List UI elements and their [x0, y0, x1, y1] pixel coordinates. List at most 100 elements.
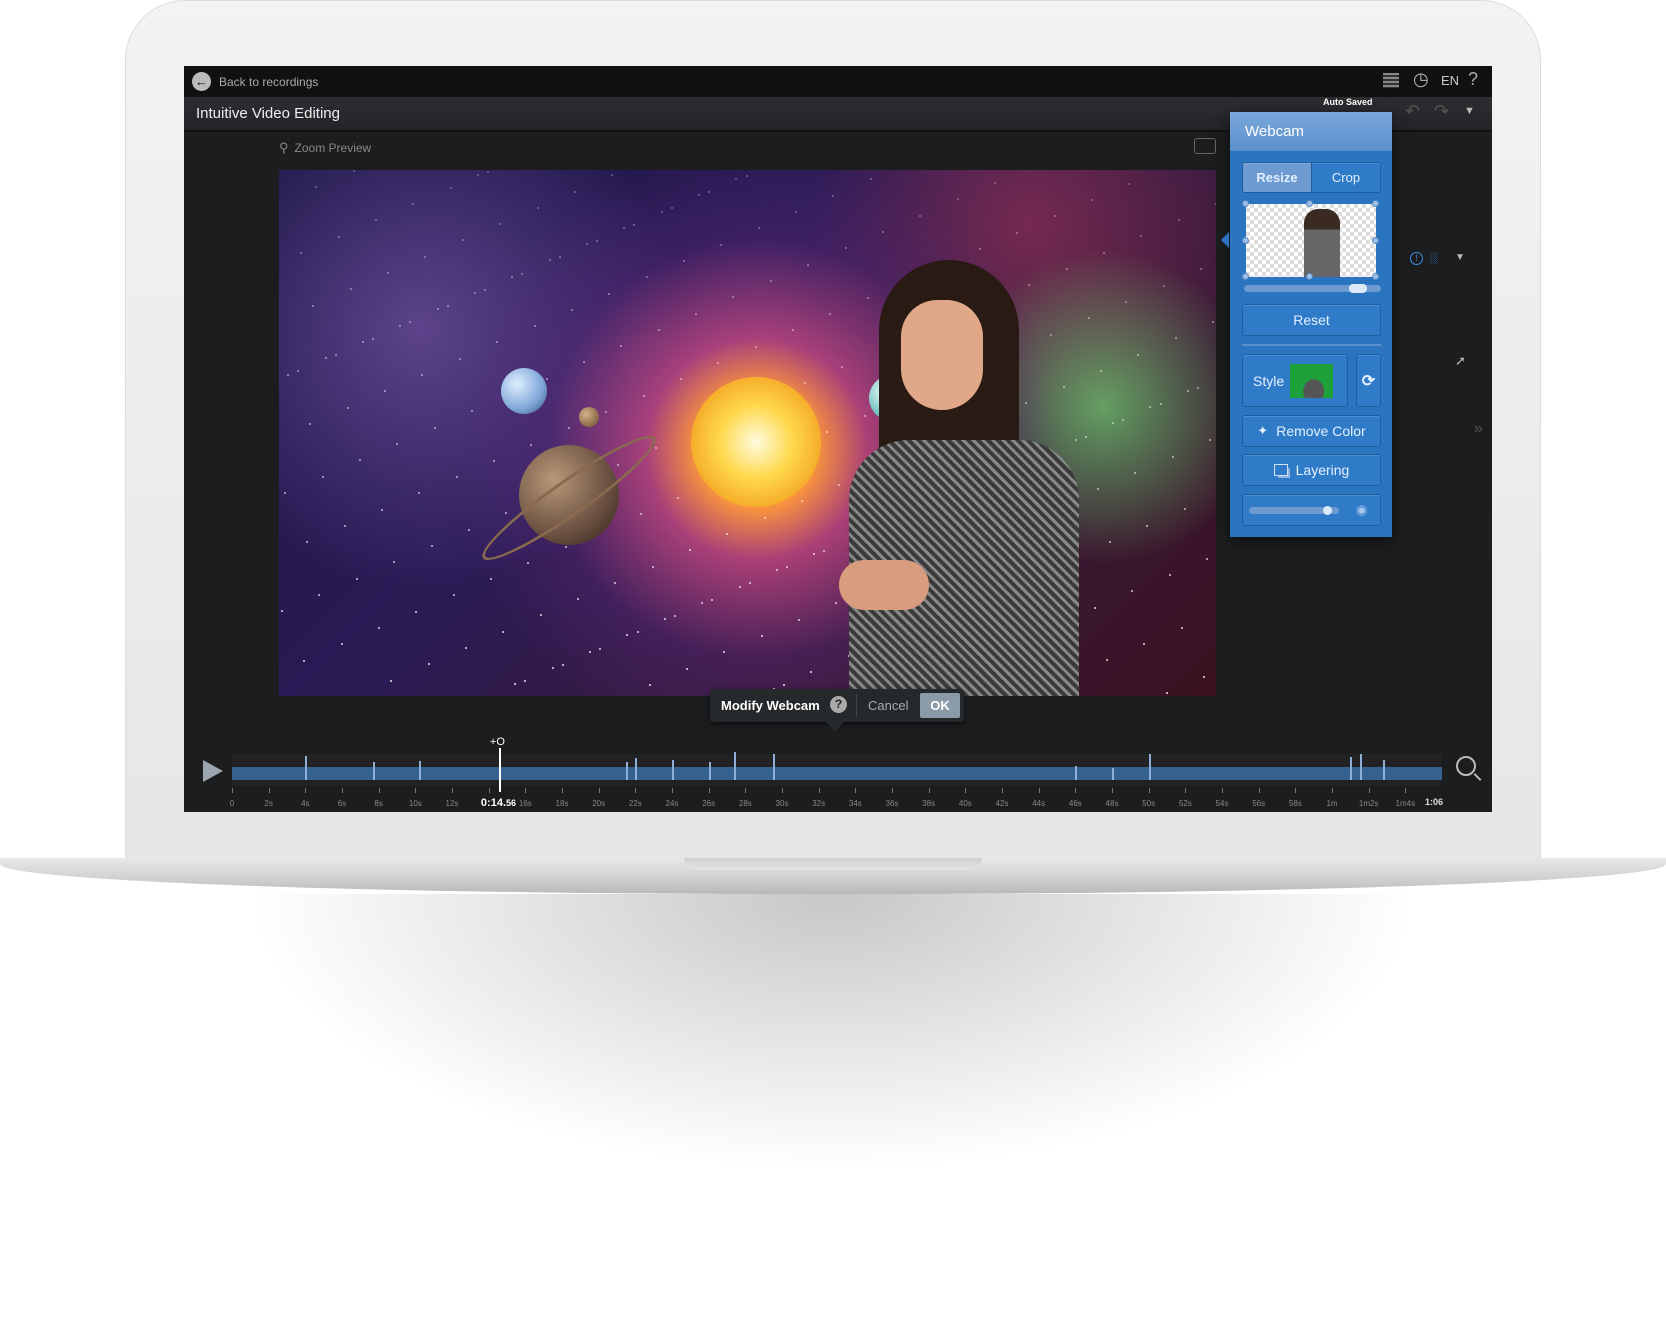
- star: [358, 459, 361, 462]
- star: [573, 190, 576, 193]
- resize-handle[interactable]: [1372, 200, 1379, 207]
- timeline-tick-mark: [562, 788, 563, 793]
- style-button[interactable]: Style: [1242, 354, 1348, 407]
- reset-button[interactable]: Reset: [1242, 304, 1381, 336]
- timeline-tick-mark: [635, 788, 637, 793]
- star: [436, 308, 439, 311]
- webcam-thumbnail[interactable]: [1246, 204, 1376, 277]
- tasks-icon[interactable]: [1383, 73, 1399, 88]
- timeline-tick-label: 4s: [301, 799, 310, 808]
- timeline-track[interactable]: [232, 752, 1442, 786]
- timeline-tick-mark: [415, 788, 417, 793]
- visibility-icon[interactable]: ◉: [1356, 502, 1367, 518]
- star: [514, 683, 517, 686]
- layering-button[interactable]: Layering: [1242, 454, 1381, 486]
- size-slider[interactable]: [1244, 284, 1381, 293]
- cursor-icon[interactable]: ➚: [1455, 353, 1466, 369]
- timeline-tick-label: 26s: [702, 799, 716, 808]
- star: [1196, 386, 1199, 389]
- resize-handle[interactable]: [1372, 237, 1379, 244]
- menu-dropdown-icon[interactable]: ▼: [1464, 105, 1475, 117]
- star: [1212, 320, 1215, 323]
- cancel-button[interactable]: Cancel: [868, 698, 908, 713]
- timeline-tick-label: 18s: [555, 799, 569, 808]
- star: [1128, 182, 1131, 185]
- star: [387, 272, 390, 275]
- timeline-tick-label: 12s: [445, 799, 459, 808]
- remove-color-button[interactable]: ✦ Remove Color: [1242, 415, 1381, 447]
- timeline-tick-mark: [305, 788, 307, 793]
- resize-handle[interactable]: [1242, 237, 1249, 244]
- star: [324, 357, 327, 360]
- expand-icon[interactable]: »: [1474, 420, 1483, 438]
- tab-crop[interactable]: Crop: [1311, 162, 1381, 193]
- panel-header: Webcam: [1230, 112, 1392, 151]
- resize-handle[interactable]: [1306, 273, 1313, 280]
- star: [1103, 251, 1105, 254]
- ok-button[interactable]: OK: [920, 693, 960, 718]
- zoom-preview-button[interactable]: ⚲ Zoom Preview: [279, 140, 371, 156]
- info-icon[interactable]: !: [1410, 252, 1423, 265]
- star: [586, 243, 589, 246]
- star: [726, 532, 729, 535]
- star: [1215, 202, 1216, 205]
- playhead-time-ms: 56: [506, 798, 517, 808]
- opacity-slider[interactable]: [1249, 506, 1339, 515]
- size-slider-knob[interactable]: [1349, 284, 1368, 293]
- help-icon[interactable]: ?: [830, 696, 847, 713]
- timeline-tick-label: 30s: [775, 799, 789, 808]
- refresh-style-button[interactable]: ⟳: [1356, 354, 1381, 407]
- star: [798, 618, 801, 621]
- star: [1174, 337, 1177, 340]
- audio-level-icon[interactable]: ░: [1430, 252, 1438, 264]
- star: [349, 288, 352, 291]
- tab-resize[interactable]: Resize: [1242, 162, 1312, 193]
- laptop-notch: [684, 858, 982, 870]
- star: [679, 378, 682, 381]
- camera-snapshot-icon[interactable]: [1194, 138, 1216, 154]
- history-icon[interactable]: ◷: [1413, 69, 1429, 90]
- resize-handle[interactable]: [1242, 200, 1249, 207]
- timeline-tick-label: 52s: [1178, 799, 1192, 808]
- star: [663, 618, 666, 621]
- layering-label: Layering: [1295, 462, 1350, 478]
- video-preview[interactable]: [279, 170, 1216, 696]
- star: [673, 614, 676, 617]
- star: [449, 186, 452, 189]
- timeline-tick-mark: [1222, 788, 1223, 793]
- timeline-tick-mark: [855, 788, 857, 793]
- tab-crop-label: Crop: [1331, 170, 1361, 185]
- timeline-tick-mark: [1075, 788, 1077, 793]
- star: [306, 541, 309, 544]
- undo-icon[interactable]: ↶: [1405, 101, 1420, 122]
- timeline-zoom-icon[interactable]: [1456, 756, 1476, 776]
- star: [708, 191, 711, 194]
- star: [695, 312, 698, 315]
- resize-handle[interactable]: [1372, 273, 1379, 280]
- resize-handle[interactable]: [1306, 200, 1313, 207]
- star: [1180, 626, 1183, 629]
- help-icon[interactable]: ?: [1468, 69, 1478, 90]
- language-selector[interactable]: EN: [1441, 73, 1459, 88]
- star: [477, 173, 479, 176]
- waveform-peak: [1359, 753, 1362, 780]
- webcam-person[interactable]: [839, 260, 1079, 696]
- waveform-peak: [626, 761, 629, 780]
- star: [381, 508, 384, 511]
- star: [792, 329, 794, 332]
- timeline-tick-mark: [708, 788, 710, 793]
- chevron-down-icon[interactable]: ▼: [1455, 252, 1465, 263]
- resize-handle[interactable]: [1242, 273, 1249, 280]
- star: [769, 279, 772, 282]
- playhead[interactable]: [498, 748, 501, 792]
- play-button[interactable]: [203, 760, 223, 782]
- back-button[interactable]: ← Back to recordings: [192, 72, 318, 91]
- timeline-tick-mark: [452, 788, 453, 793]
- opacity-slider-knob[interactable]: [1322, 506, 1332, 515]
- star: [446, 305, 449, 308]
- redo-icon[interactable]: ↷: [1434, 101, 1449, 122]
- waveform-peak: [734, 752, 737, 780]
- timeline-tick-label: 40s: [958, 799, 972, 808]
- star: [813, 552, 816, 555]
- playhead-marker[interactable]: +O: [490, 736, 505, 748]
